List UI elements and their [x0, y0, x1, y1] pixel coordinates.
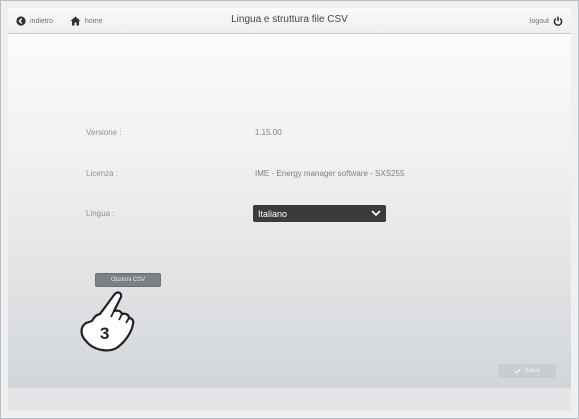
language-label: Lingua :: [86, 209, 115, 218]
top-bar: indietro home Lingua e struttura file CS…: [8, 8, 571, 34]
bottom-strip: [8, 388, 571, 411]
license-value: IME - Energy manager software - SXS255: [255, 169, 405, 178]
logout-button[interactable]: logout: [530, 14, 563, 28]
page-title: Lingua e struttura file CSV: [231, 14, 348, 25]
step-number: 3: [100, 324, 109, 343]
language-select[interactable]: Italiano: [253, 205, 386, 222]
license-label: Licenza :: [86, 169, 119, 178]
logout-label: logout: [529, 17, 549, 25]
version-label: Versione :: [86, 128, 122, 137]
language-selected: Italiano: [258, 208, 288, 219]
save-button[interactable]: Salva: [498, 364, 556, 378]
chevron-down-icon: [371, 210, 381, 217]
pointing-hand-icon: 3: [80, 291, 135, 352]
version-value: 1.15.00: [255, 128, 282, 137]
power-icon: [553, 16, 563, 26]
save-label: Salva: [524, 368, 540, 374]
save-check-icon: [514, 368, 522, 374]
